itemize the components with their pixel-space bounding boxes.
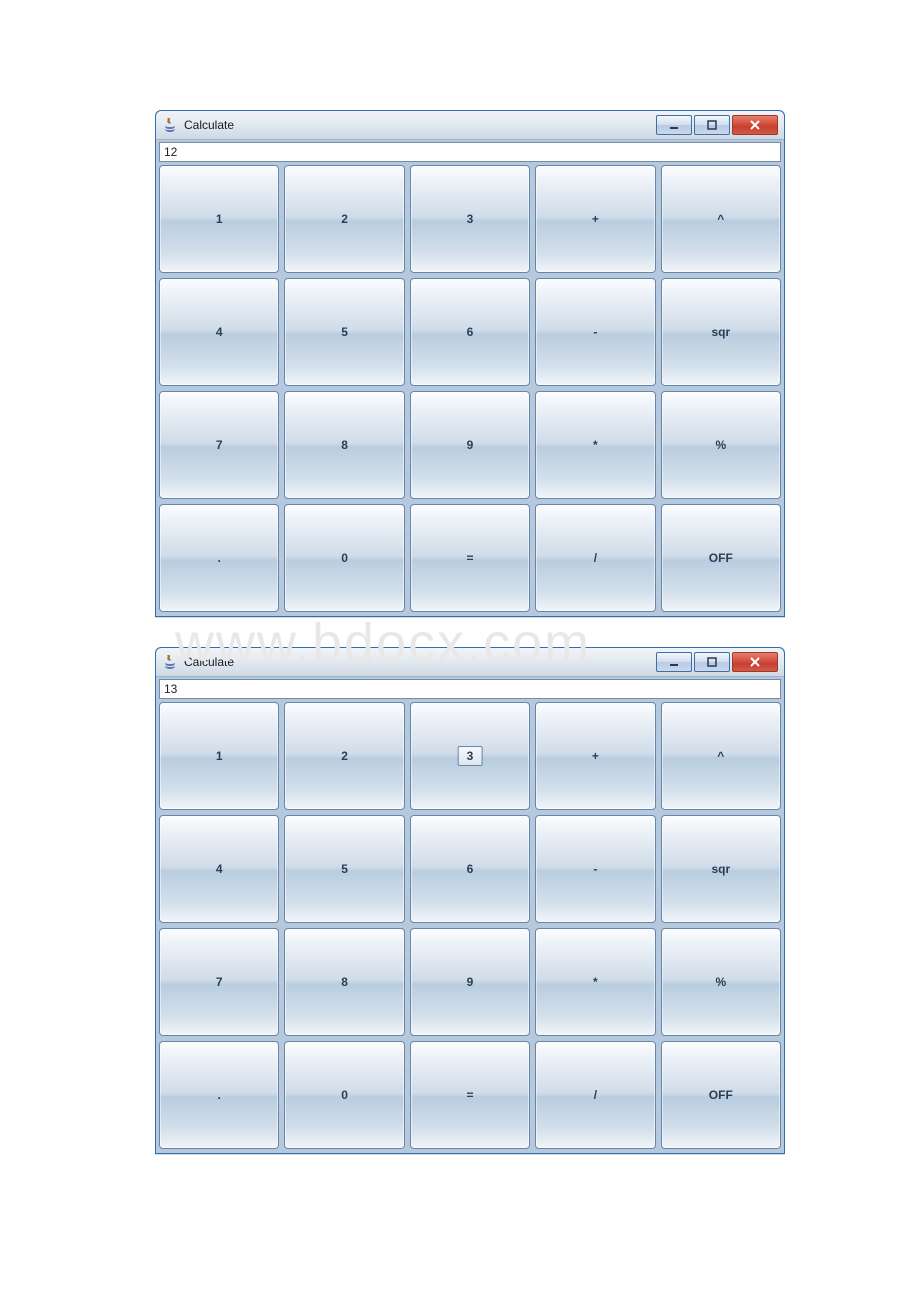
btn-6[interactable]: 6 [410,278,530,386]
btn-3-pressed-label: 3 [458,746,483,766]
minimize-button[interactable] [656,652,692,672]
btn-off[interactable]: OFF [661,1041,781,1149]
btn-9[interactable]: 9 [410,928,530,1036]
btn-1[interactable]: 1 [159,702,279,810]
btn-5[interactable]: 5 [284,815,404,923]
close-button[interactable] [732,115,778,135]
btn-plus[interactable]: + [535,702,655,810]
btn-6[interactable]: 6 [410,815,530,923]
window-controls [654,115,778,135]
display-field[interactable] [159,142,781,162]
window-title: Calculate [184,655,234,669]
btn-5[interactable]: 5 [284,278,404,386]
btn-0[interactable]: 0 [284,504,404,612]
btn-eq[interactable]: = [410,504,530,612]
btn-3[interactable]: 3 [410,702,530,810]
btn-1[interactable]: 1 [159,165,279,273]
minimize-button[interactable] [656,115,692,135]
btn-8[interactable]: 8 [284,928,404,1036]
btn-dot[interactable]: . [159,1041,279,1149]
btn-pow[interactable]: ^ [661,702,781,810]
btn-plus[interactable]: + [535,165,655,273]
btn-7[interactable]: 7 [159,391,279,499]
btn-4[interactable]: 4 [159,278,279,386]
btn-mul[interactable]: * [535,928,655,1036]
btn-sqr[interactable]: sqr [661,278,781,386]
btn-div[interactable]: / [535,504,655,612]
btn-eq[interactable]: = [410,1041,530,1149]
btn-mul[interactable]: * [535,391,655,499]
window-title: Calculate [184,118,234,132]
btn-div[interactable]: / [535,1041,655,1149]
maximize-button[interactable] [694,115,730,135]
btn-pct[interactable]: % [661,391,781,499]
btn-2[interactable]: 2 [284,165,404,273]
java-icon [162,117,178,133]
button-grid: 1 2 3 + ^ 4 5 6 - sqr 7 8 9 * % . 0 = [159,702,781,1149]
calc-window: Calculate 1 2 3 + ^ 4 [155,110,785,617]
btn-7[interactable]: 7 [159,928,279,1036]
btn-pow[interactable]: ^ [661,165,781,273]
btn-pct[interactable]: % [661,928,781,1036]
display-field[interactable] [159,679,781,699]
window-controls [654,652,778,672]
btn-4[interactable]: 4 [159,815,279,923]
btn-2[interactable]: 2 [284,702,404,810]
btn-off[interactable]: OFF [661,504,781,612]
btn-0[interactable]: 0 [284,1041,404,1149]
titlebar[interactable]: Calculate [156,111,784,140]
maximize-button[interactable] [694,652,730,672]
calc-window: Calculate 1 2 3 + [155,647,785,1154]
btn-minus[interactable]: - [535,815,655,923]
titlebar[interactable]: Calculate [156,648,784,677]
btn-3[interactable]: 3 [410,165,530,273]
btn-8[interactable]: 8 [284,391,404,499]
btn-sqr[interactable]: sqr [661,815,781,923]
button-grid: 1 2 3 + ^ 4 5 6 - sqr 7 8 9 * % . 0 = / … [159,165,781,612]
btn-9[interactable]: 9 [410,391,530,499]
btn-dot[interactable]: . [159,504,279,612]
btn-minus[interactable]: - [535,278,655,386]
java-icon [162,654,178,670]
close-button[interactable] [732,652,778,672]
